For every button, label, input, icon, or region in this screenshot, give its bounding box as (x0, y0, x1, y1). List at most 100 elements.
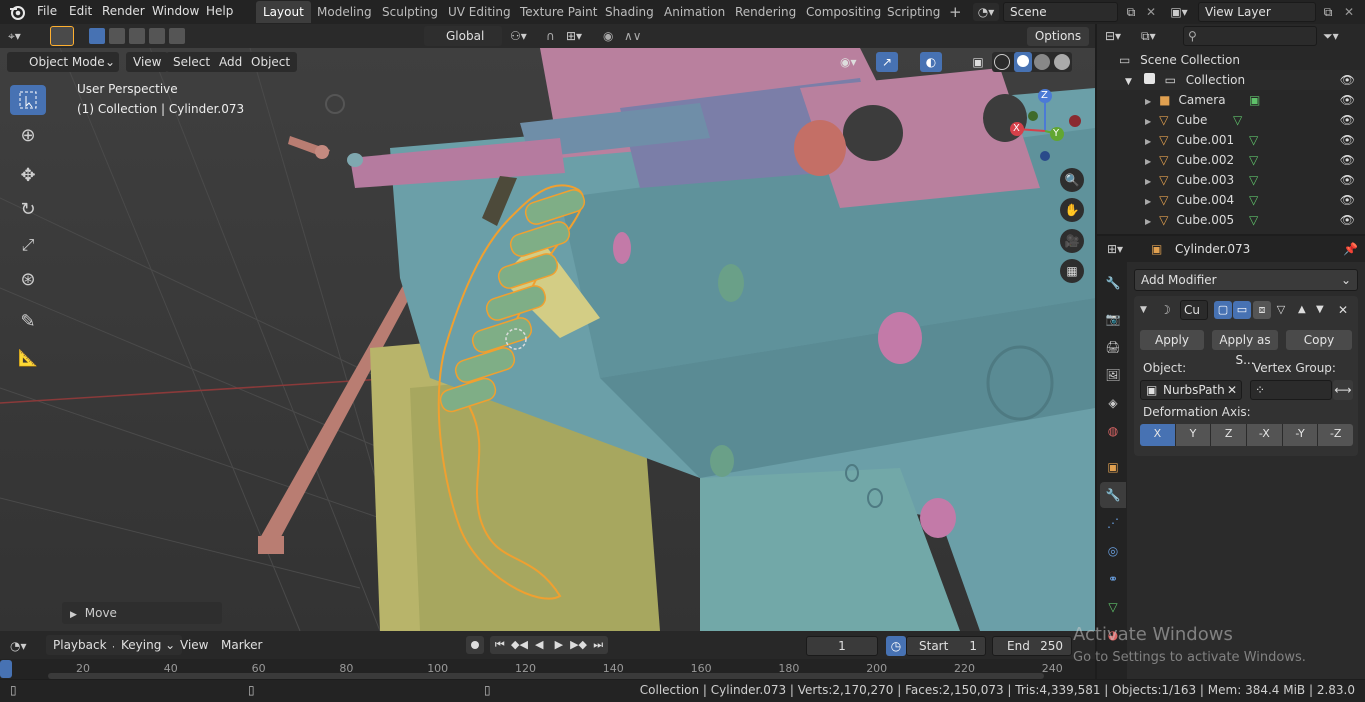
material-shading-icon[interactable] (1034, 54, 1050, 70)
axis-neg-x-button[interactable]: -X (1247, 424, 1283, 446)
viewport-menu-object[interactable]: Object (244, 52, 298, 72)
copy-scene-icon[interactable]: ⧉ (1121, 2, 1141, 22)
chevron-right-icon[interactable]: ▶ (1145, 137, 1151, 146)
viewport-menu-view[interactable]: View (126, 52, 169, 72)
clock-icon[interactable]: ◷ (886, 636, 906, 656)
apply-as-shapekey-button[interactable]: Apply as S... (1212, 330, 1278, 367)
editor-type-icon[interactable]: ⌖▾ (8, 27, 38, 45)
chevron-right-icon[interactable]: ▶ (1145, 197, 1151, 206)
tab-compositing[interactable]: Compositing (799, 1, 888, 23)
close-scene-icon[interactable]: ✕ (1142, 2, 1160, 22)
menu-edit[interactable]: Edit (62, 0, 99, 24)
vertex-group-field[interactable]: ⁘ (1250, 380, 1332, 400)
rotate-tool[interactable]: ↻ (10, 194, 46, 224)
add-modifier-dropdown[interactable]: Add Modifier ⌄ (1134, 269, 1358, 291)
tab-layout[interactable]: Layout (256, 1, 311, 23)
axis-z-button[interactable]: Z (1211, 424, 1248, 446)
view-layer-tab-icon[interactable]: 🖼 (1100, 362, 1126, 388)
rendered-shading-icon[interactable] (1054, 54, 1070, 70)
outliner-row-item[interactable]: ▶ ▽ Cube.005 ▽ 👁 (1097, 210, 1365, 230)
gizmo-toggle-icon[interactable]: ↗ (876, 52, 898, 72)
axis-neg-z-button[interactable]: -Z (1318, 424, 1353, 446)
axis-neg-y-button[interactable]: -Y (1282, 424, 1319, 446)
display-mode-icon[interactable]: ⧉▾ (1141, 26, 1169, 46)
timeline-editor-type-icon[interactable]: ◔▾ (10, 636, 40, 656)
next-keyframe-icon[interactable]: ▶◆ (569, 636, 589, 654)
eye-icon[interactable]: 👁 (1340, 110, 1355, 130)
outliner-row-item[interactable]: ▶ ▽ Cube.003 ▽ 👁 (1097, 170, 1365, 190)
menu-help[interactable]: Help (199, 0, 240, 24)
solid-shading-icon[interactable] (1014, 52, 1032, 72)
menu-keying[interactable]: Keying ⌄ (114, 635, 183, 655)
prev-keyframe-icon[interactable]: ◆◀ (510, 636, 530, 654)
eye-icon[interactable]: 👁 (1340, 70, 1355, 90)
chevron-down-icon[interactable]: ▼ (1140, 302, 1147, 318)
copy-view-layer-icon[interactable]: ⧉ (1318, 2, 1338, 22)
outliner-row-item[interactable]: ▶ ▽ Cube.004 ▽ 👁 (1097, 190, 1365, 210)
menu-window[interactable]: Window (145, 0, 206, 24)
wireframe-shading-icon[interactable] (994, 54, 1010, 70)
end-frame-field[interactable]: End 250 (992, 636, 1072, 656)
pan-hand-icon[interactable]: ✋ (1060, 198, 1084, 222)
mesh-data-icon[interactable]: ▽ (1249, 210, 1258, 230)
tab-sculpting[interactable]: Sculpting (375, 1, 445, 23)
measure-tool[interactable]: 📐 (10, 342, 46, 372)
close-view-layer-icon[interactable]: ✕ (1340, 2, 1358, 22)
falloff-icon[interactable]: ∧∨ (624, 26, 654, 46)
options-button[interactable]: Options (1027, 27, 1089, 46)
snap-target-icon[interactable]: ⊞▾ (566, 26, 596, 46)
select-mode-new-icon[interactable] (89, 28, 105, 44)
scene-selector[interactable]: Scene (1003, 2, 1118, 22)
overlay-toggle-icon[interactable]: ◐ (920, 52, 942, 72)
filter-icon[interactable]: ⏷▾ (1323, 26, 1351, 46)
outliner-row-item[interactable]: ▶ ▽ Cube ▽ 👁 (1097, 110, 1365, 130)
pin-icon[interactable]: 📌 (1343, 240, 1359, 258)
zoom-icon[interactable]: 🔍 (1060, 168, 1084, 192)
physics-tab-icon[interactable]: ◎ (1100, 538, 1126, 564)
select-mode-subtract-icon[interactable] (129, 28, 145, 44)
chevron-right-icon[interactable]: ▶ (1145, 97, 1151, 106)
proportional-edit-icon[interactable]: ◉ (603, 26, 623, 46)
add-workspace-button[interactable]: + (942, 1, 969, 23)
eye-icon[interactable]: 👁 (1340, 170, 1355, 190)
select-mode-invert-icon[interactable] (149, 28, 165, 44)
render-tab-icon[interactable]: 📷 (1100, 306, 1126, 332)
3d-viewport[interactable]: User Perspective (1) Collection | Cylind… (0, 48, 1095, 631)
eye-icon[interactable]: 👁 (1340, 150, 1355, 170)
axis-y-button[interactable]: Y (1175, 424, 1212, 446)
outliner-search-input[interactable]: ⚲ (1183, 26, 1317, 46)
properties-editor-type-icon[interactable]: ⊞▾ (1107, 240, 1135, 258)
eye-icon[interactable]: 👁 (1340, 130, 1355, 150)
menu-marker[interactable]: Marker (214, 635, 269, 655)
move-up-icon[interactable]: ▲ (1298, 301, 1312, 319)
particles-tab-icon[interactable]: ⋰ (1100, 510, 1126, 536)
scene-tab-icon[interactable]: ◈ (1100, 390, 1126, 416)
navigation-gizmo[interactable]: Z X Y (1005, 86, 1085, 166)
render-display-icon[interactable]: ⧈ (1253, 301, 1271, 319)
mesh-data-icon[interactable]: ▽ (1249, 170, 1258, 190)
tab-texture-paint[interactable]: Texture Paint (513, 1, 604, 23)
chevron-right-icon[interactable]: ▶ (1145, 217, 1151, 226)
view-layer-icon[interactable]: ▣▾ (1166, 3, 1192, 21)
cursor-tool[interactable]: ⊕ (10, 120, 46, 150)
outliner-row-item[interactable]: ▶ ■ Camera ▣ 👁 (1097, 90, 1365, 110)
tab-uv-editing[interactable]: UV Editing (441, 1, 518, 23)
mesh-data-icon[interactable]: ▽ (1233, 110, 1242, 130)
playhead[interactable] (0, 660, 12, 678)
constraints-tab-icon[interactable]: ⚭ (1100, 566, 1126, 592)
scale-tool[interactable]: ⤢ (10, 230, 46, 260)
menu-file[interactable]: File (30, 0, 64, 24)
xray-icon[interactable]: ▣ (968, 52, 988, 72)
tab-shading[interactable]: Shading (598, 1, 661, 23)
select-tool-icon[interactable] (50, 26, 74, 46)
eye-icon[interactable]: 👁 (1340, 90, 1355, 110)
orientation-dropdown[interactable]: Global (424, 26, 502, 46)
close-icon[interactable]: ✕ (1338, 301, 1352, 319)
tab-animation[interactable]: Animation (657, 1, 732, 23)
outliner-editor-type-icon[interactable]: ⊟▾ (1105, 26, 1133, 46)
visibility-icon[interactable]: ◉▾ (840, 52, 864, 72)
perspective-toggle-icon[interactable]: ▦ (1060, 259, 1084, 283)
output-tab-icon[interactable]: 🖨 (1100, 334, 1126, 360)
chevron-right-icon[interactable]: ▶ (1145, 157, 1151, 166)
object-tab-icon[interactable]: ▣ (1100, 454, 1126, 480)
